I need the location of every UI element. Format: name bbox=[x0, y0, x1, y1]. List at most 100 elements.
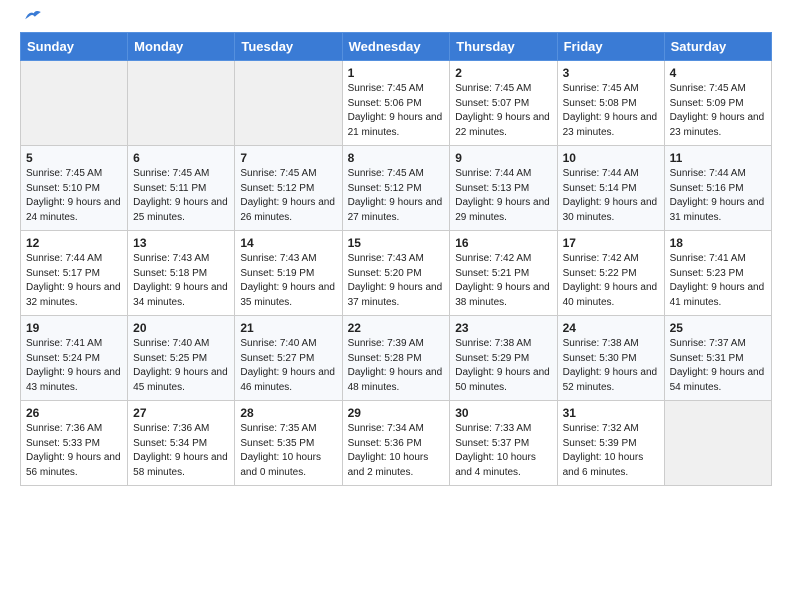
day-info: Sunrise: 7:45 AM Sunset: 5:11 PM Dayligh… bbox=[133, 167, 229, 225]
day-info: Sunrise: 7:45 AM Sunset: 5:07 PM Dayligh… bbox=[455, 82, 551, 140]
day-number: 7 bbox=[240, 151, 336, 165]
day-number: 3 bbox=[563, 66, 659, 80]
calendar-cell: 31 Sunrise: 7:32 AM Sunset: 5:39 PM Dayli… bbox=[557, 401, 664, 486]
day-number: 22 bbox=[348, 321, 445, 335]
day-info: Sunrise: 7:45 AM Sunset: 5:12 PM Dayligh… bbox=[240, 167, 336, 225]
day-info: Sunrise: 7:35 AM Sunset: 5:35 PM Dayligh… bbox=[240, 422, 336, 480]
day-number: 9 bbox=[455, 151, 551, 165]
calendar-week-row: 12Sunrise: 7:44 AM Sunset: 5:17 PM Dayli… bbox=[21, 231, 772, 316]
calendar-cell: 17 Sunrise: 7:42 AM Sunset: 5:22 PM Dayli… bbox=[557, 231, 664, 316]
day-number: 16 bbox=[455, 236, 551, 250]
calendar-cell: 24 Sunrise: 7:38 AM Sunset: 5:30 PM Dayli… bbox=[557, 316, 664, 401]
day-info: Sunrise: 7:36 AM Sunset: 5:34 PM Dayligh… bbox=[133, 422, 229, 480]
day-number: 4 bbox=[670, 66, 766, 80]
day-number: 5 bbox=[26, 151, 122, 165]
calendar-week-row: 1 Sunrise: 7:45 AM Sunset: 5:06 PM Daylig… bbox=[21, 61, 772, 146]
day-info: Sunrise: 7:43 AM Sunset: 5:18 PM Dayligh… bbox=[133, 252, 229, 310]
calendar-cell bbox=[235, 61, 342, 146]
day-number: 26 bbox=[26, 406, 122, 420]
day-info: Sunrise: 7:39 AM Sunset: 5:28 PM Dayligh… bbox=[348, 337, 445, 395]
calendar-cell: 16 Sunrise: 7:42 AM Sunset: 5:21 PM Dayli… bbox=[450, 231, 557, 316]
day-info: Sunrise: 7:34 AM Sunset: 5:36 PM Dayligh… bbox=[348, 422, 445, 480]
day-info: Sunrise: 7:41 AM Sunset: 5:23 PM Dayligh… bbox=[670, 252, 766, 310]
day-info: Sunrise: 7:43 AM Sunset: 5:19 PM Dayligh… bbox=[240, 252, 336, 310]
calendar-cell: 12Sunrise: 7:44 AM Sunset: 5:17 PM Dayli… bbox=[21, 231, 128, 316]
day-number: 24 bbox=[563, 321, 659, 335]
day-number: 1 bbox=[348, 66, 445, 80]
calendar-cell: 8Sunrise: 7:45 AM Sunset: 5:12 PM Daylig… bbox=[342, 146, 450, 231]
day-info: Sunrise: 7:37 AM Sunset: 5:31 PM Dayligh… bbox=[670, 337, 766, 395]
day-number: 29 bbox=[348, 406, 445, 420]
calendar-cell: 15Sunrise: 7:43 AM Sunset: 5:20 PM Dayli… bbox=[342, 231, 450, 316]
day-info: Sunrise: 7:44 AM Sunset: 5:14 PM Dayligh… bbox=[563, 167, 659, 225]
day-number: 21 bbox=[240, 321, 336, 335]
day-of-week-header: Saturday bbox=[664, 33, 771, 61]
calendar-cell: 7 Sunrise: 7:45 AM Sunset: 5:12 PM Daylig… bbox=[235, 146, 342, 231]
calendar-cell: 11 Sunrise: 7:44 AM Sunset: 5:16 PM Dayli… bbox=[664, 146, 771, 231]
calendar-cell: 3 Sunrise: 7:45 AM Sunset: 5:08 PM Daylig… bbox=[557, 61, 664, 146]
day-info: Sunrise: 7:42 AM Sunset: 5:21 PM Dayligh… bbox=[455, 252, 551, 310]
day-number: 17 bbox=[563, 236, 659, 250]
calendar-cell: 13Sunrise: 7:43 AM Sunset: 5:18 PM Dayli… bbox=[128, 231, 235, 316]
calendar-cell bbox=[128, 61, 235, 146]
calendar-cell: 30 Sunrise: 7:33 AM Sunset: 5:37 PM Dayli… bbox=[450, 401, 557, 486]
day-number: 15 bbox=[348, 236, 445, 250]
day-number: 27 bbox=[133, 406, 229, 420]
calendar-cell: 18 Sunrise: 7:41 AM Sunset: 5:23 PM Dayli… bbox=[664, 231, 771, 316]
day-of-week-header: Monday bbox=[128, 33, 235, 61]
day-number: 8 bbox=[348, 151, 445, 165]
calendar-cell: 25 Sunrise: 7:37 AM Sunset: 5:31 PM Dayli… bbox=[664, 316, 771, 401]
day-number: 10 bbox=[563, 151, 659, 165]
calendar-cell: 14 Sunrise: 7:43 AM Sunset: 5:19 PM Dayli… bbox=[235, 231, 342, 316]
calendar-week-row: 5 Sunrise: 7:45 AM Sunset: 5:10 PM Daylig… bbox=[21, 146, 772, 231]
calendar-cell: 1 Sunrise: 7:45 AM Sunset: 5:06 PM Daylig… bbox=[342, 61, 450, 146]
calendar-week-row: 19 Sunrise: 7:41 AM Sunset: 5:24 PM Dayli… bbox=[21, 316, 772, 401]
day-number: 25 bbox=[670, 321, 766, 335]
calendar-cell: 20Sunrise: 7:40 AM Sunset: 5:25 PM Dayli… bbox=[128, 316, 235, 401]
day-info: Sunrise: 7:45 AM Sunset: 5:09 PM Dayligh… bbox=[670, 82, 766, 140]
calendar-cell: 2 Sunrise: 7:45 AM Sunset: 5:07 PM Daylig… bbox=[450, 61, 557, 146]
day-info: Sunrise: 7:44 AM Sunset: 5:13 PM Dayligh… bbox=[455, 167, 551, 225]
day-info: Sunrise: 7:45 AM Sunset: 5:08 PM Dayligh… bbox=[563, 82, 659, 140]
day-of-week-header: Friday bbox=[557, 33, 664, 61]
calendar-cell: 4 Sunrise: 7:45 AM Sunset: 5:09 PM Daylig… bbox=[664, 61, 771, 146]
day-number: 11 bbox=[670, 151, 766, 165]
day-number: 14 bbox=[240, 236, 336, 250]
day-info: Sunrise: 7:40 AM Sunset: 5:27 PM Dayligh… bbox=[240, 337, 336, 395]
day-of-week-header: Tuesday bbox=[235, 33, 342, 61]
day-of-week-header: Thursday bbox=[450, 33, 557, 61]
calendar-cell bbox=[21, 61, 128, 146]
day-number: 30 bbox=[455, 406, 551, 420]
day-info: Sunrise: 7:44 AM Sunset: 5:16 PM Dayligh… bbox=[670, 167, 766, 225]
day-number: 18 bbox=[670, 236, 766, 250]
day-number: 12 bbox=[26, 236, 122, 250]
calendar-cell: 28 Sunrise: 7:35 AM Sunset: 5:35 PM Dayli… bbox=[235, 401, 342, 486]
day-number: 2 bbox=[455, 66, 551, 80]
calendar-header-row: SundayMondayTuesdayWednesdayThursdayFrid… bbox=[21, 33, 772, 61]
day-number: 28 bbox=[240, 406, 336, 420]
day-info: Sunrise: 7:38 AM Sunset: 5:29 PM Dayligh… bbox=[455, 337, 551, 395]
calendar-cell bbox=[664, 401, 771, 486]
calendar-cell: 19 Sunrise: 7:41 AM Sunset: 5:24 PM Dayli… bbox=[21, 316, 128, 401]
day-info: Sunrise: 7:38 AM Sunset: 5:30 PM Dayligh… bbox=[563, 337, 659, 395]
day-number: 23 bbox=[455, 321, 551, 335]
calendar-cell: 10 Sunrise: 7:44 AM Sunset: 5:14 PM Dayli… bbox=[557, 146, 664, 231]
day-info: Sunrise: 7:45 AM Sunset: 5:06 PM Dayligh… bbox=[348, 82, 445, 140]
day-of-week-header: Wednesday bbox=[342, 33, 450, 61]
calendar-table: SundayMondayTuesdayWednesdayThursdayFrid… bbox=[20, 32, 772, 486]
day-info: Sunrise: 7:32 AM Sunset: 5:39 PM Dayligh… bbox=[563, 422, 659, 480]
logo-bird-icon bbox=[24, 8, 42, 22]
calendar-cell: 22 Sunrise: 7:39 AM Sunset: 5:28 PM Dayli… bbox=[342, 316, 450, 401]
day-info: Sunrise: 7:33 AM Sunset: 5:37 PM Dayligh… bbox=[455, 422, 551, 480]
calendar-cell: 27 Sunrise: 7:36 AM Sunset: 5:34 PM Dayli… bbox=[128, 401, 235, 486]
day-number: 19 bbox=[26, 321, 122, 335]
calendar-week-row: 26Sunrise: 7:36 AM Sunset: 5:33 PM Dayli… bbox=[21, 401, 772, 486]
calendar-cell: 29 Sunrise: 7:34 AM Sunset: 5:36 PM Dayli… bbox=[342, 401, 450, 486]
day-number: 31 bbox=[563, 406, 659, 420]
day-info: Sunrise: 7:45 AM Sunset: 5:10 PM Dayligh… bbox=[26, 167, 122, 225]
day-info: Sunrise: 7:41 AM Sunset: 5:24 PM Dayligh… bbox=[26, 337, 122, 395]
day-of-week-header: Sunday bbox=[21, 33, 128, 61]
page-header bbox=[20, 16, 772, 22]
calendar-cell: 23 Sunrise: 7:38 AM Sunset: 5:29 PM Dayli… bbox=[450, 316, 557, 401]
day-info: Sunrise: 7:42 AM Sunset: 5:22 PM Dayligh… bbox=[563, 252, 659, 310]
